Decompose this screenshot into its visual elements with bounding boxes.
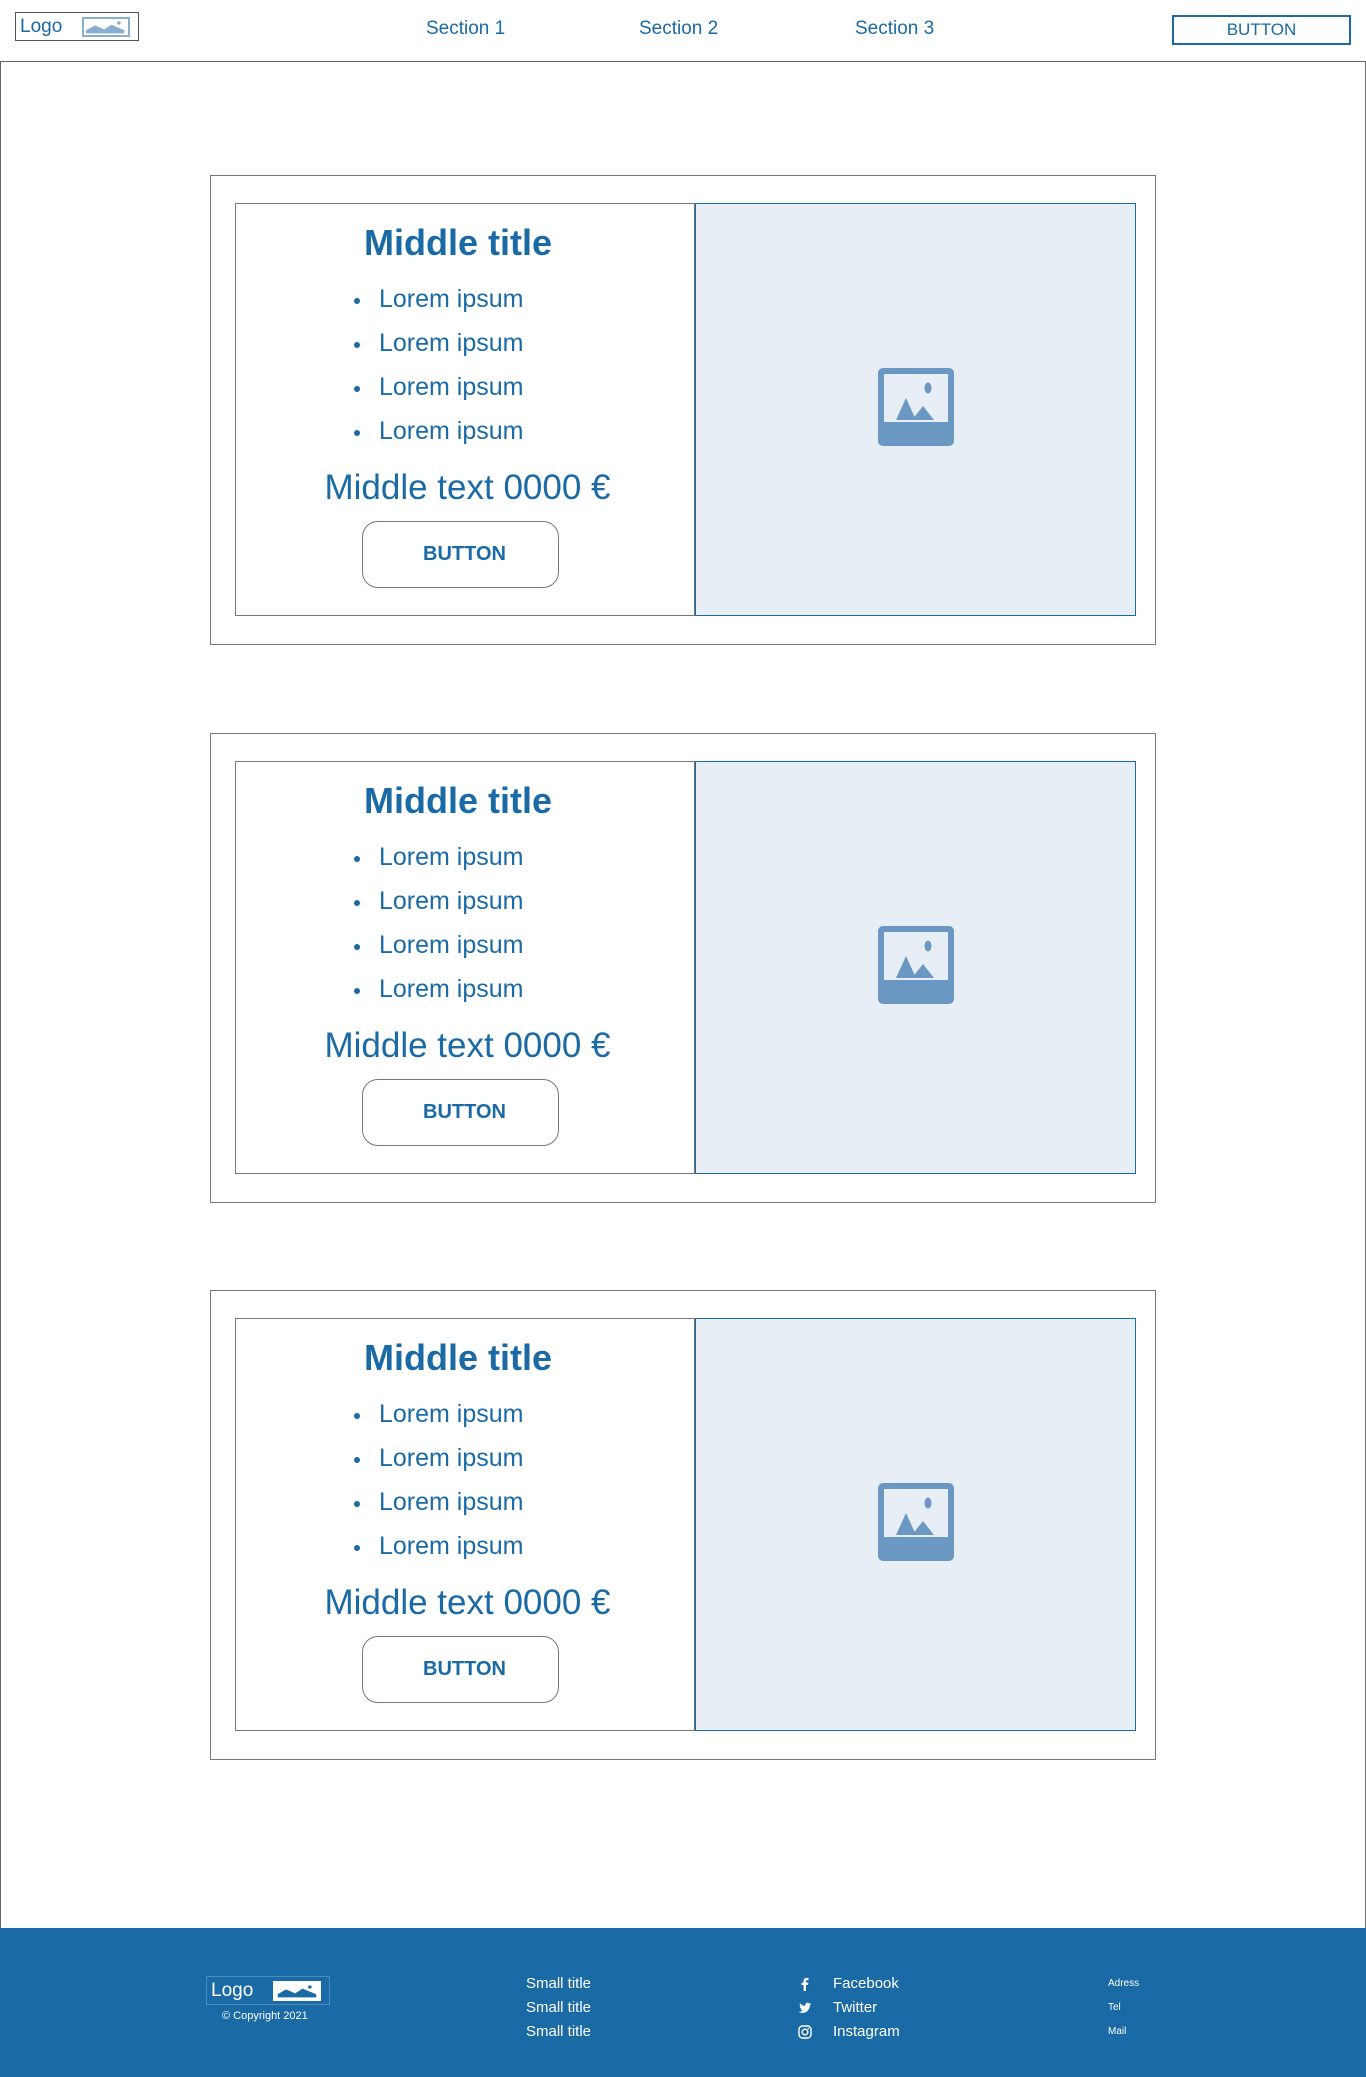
card-price: Middle text 0000 € (324, 1026, 611, 1065)
contact-phone: Tel (1108, 2002, 1121, 2013)
feature-item: Lorem ipsum (354, 1480, 524, 1524)
footer-social: Facebook Twitter Instagram (798, 1972, 900, 2044)
card-inner: Middle title Lorem ipsum Lorem ipsum Lorem … (235, 1318, 1136, 1731)
feature-item: Lorem ipsum (354, 409, 524, 453)
feature-item: Lorem ipsum (354, 967, 524, 1011)
footer-contact: Adress Tel Mail (1108, 1972, 1139, 2044)
footer-link[interactable]: Small title (526, 1972, 591, 1996)
card-inner: Middle title Lorem ipsum Lorem ipsum Lorem … (235, 761, 1136, 1174)
feature-list: Lorem ipsum Lorem ipsum Lorem ipsum Lorem i… (354, 835, 524, 1011)
card-text-panel: Middle title Lorem ipsum Lorem ipsum Lorem … (235, 1318, 695, 1731)
card-text-panel: Middle title Lorem ipsum Lorem ipsum Lorem … (235, 761, 695, 1174)
social-facebook-label: Facebook (833, 1975, 899, 1992)
feature-item: Lorem ipsum (354, 1392, 524, 1436)
facebook-icon (798, 1977, 812, 1991)
card-price: Middle text 0000 € (324, 468, 611, 507)
card-title: Middle title (364, 780, 552, 821)
header: Logo Section 1 Section 2 Section 3 BUTTO… (0, 0, 1366, 61)
footer-logo-image-icon (273, 1981, 321, 2001)
social-twitter[interactable]: Twitter (798, 1996, 900, 2020)
feature-list: Lorem ipsum Lorem ipsum Lorem ipsum Lorem i… (354, 277, 524, 453)
card-image (695, 203, 1136, 616)
footer-copyright: © Copyright 2021 (222, 2010, 308, 2022)
product-card: Middle title Lorem ipsum Lorem ipsum Lorem … (210, 1290, 1156, 1760)
feature-item: Lorem ipsum (354, 1436, 524, 1480)
product-card: Middle title Lorem ipsum Lorem ipsum Lorem … (210, 175, 1156, 645)
card-button[interactable]: BUTTON (362, 1079, 559, 1146)
social-facebook[interactable]: Facebook (798, 1972, 900, 1996)
instagram-icon (798, 2025, 812, 2039)
product-card: Middle title Lorem ipsum Lorem ipsum Lorem … (210, 733, 1156, 1203)
image-placeholder-icon (877, 1483, 954, 1566)
social-twitter-label: Twitter (833, 1999, 878, 2016)
footer-logo[interactable]: Logo (206, 1976, 330, 2005)
card-button[interactable]: BUTTON (362, 521, 559, 588)
card-text-panel: Middle title Lorem ipsum Lorem ipsum Lorem … (235, 203, 695, 616)
feature-item: Lorem ipsum (354, 835, 524, 879)
footer-links: Small title Small title Small title (526, 1972, 591, 2044)
feature-item: Lorem ipsum (354, 923, 524, 967)
nav-section-2[interactable]: Section 2 (639, 18, 718, 40)
social-instagram[interactable]: Instagram (798, 2020, 900, 2044)
header-logo[interactable]: Logo (15, 12, 139, 41)
image-placeholder-icon (877, 368, 954, 451)
image-placeholder-icon (877, 926, 954, 1009)
nav-section-1[interactable]: Section 1 (426, 18, 505, 40)
footer: Logo © Copyright 2021 Small title Small … (0, 1928, 1366, 2077)
footer-link[interactable]: Small title (526, 1996, 591, 2020)
feature-item: Lorem ipsum (354, 365, 524, 409)
contact-mail[interactable]: Mail (1108, 2020, 1139, 2044)
card-inner: Middle title Lorem ipsum Lorem ipsum Lorem … (235, 203, 1136, 616)
card-title: Middle title (364, 222, 552, 263)
card-button[interactable]: BUTTON (362, 1636, 559, 1703)
nav-section-3[interactable]: Section 3 (855, 18, 934, 40)
card-image (695, 1318, 1136, 1731)
contact-address: Adress (1108, 1978, 1140, 1989)
social-instagram-label: Instagram (833, 2023, 900, 2040)
header-logo-label: Logo (20, 15, 63, 37)
footer-link[interactable]: Small title (526, 2020, 591, 2044)
feature-item: Lorem ipsum (354, 277, 524, 321)
twitter-icon (798, 2001, 812, 2015)
feature-item: Lorem ipsum (354, 879, 524, 923)
logo-image-icon (82, 17, 130, 37)
card-price: Middle text 0000 € (324, 1583, 611, 1622)
card-title: Middle title (364, 1337, 552, 1378)
footer-logo-label: Logo (211, 1979, 254, 2001)
feature-item: Lorem ipsum (354, 1524, 524, 1568)
header-button[interactable]: BUTTON (1172, 15, 1351, 45)
feature-item: Lorem ipsum (354, 321, 524, 365)
feature-list: Lorem ipsum Lorem ipsum Lorem ipsum Lorem i… (354, 1392, 524, 1568)
card-image (695, 761, 1136, 1174)
